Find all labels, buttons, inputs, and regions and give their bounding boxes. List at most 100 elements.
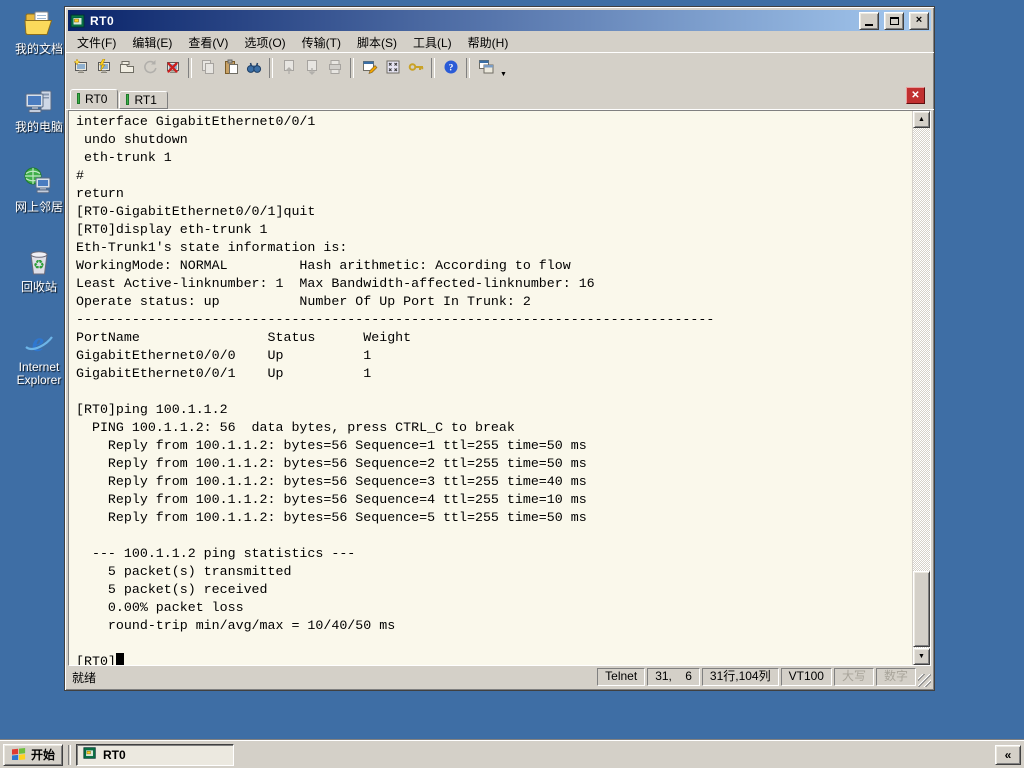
svg-text:e: e bbox=[32, 327, 44, 357]
session-tab-bar: RT0 RT1 ✕ bbox=[65, 83, 934, 110]
terminal-line: [RT0]ping 100.1.1.2 bbox=[76, 402, 228, 417]
close-button[interactable]: × bbox=[909, 11, 929, 30]
terminal-line: 0.00% packet loss bbox=[76, 600, 244, 615]
task-button-label: RT0 bbox=[103, 747, 126, 762]
desktop-icon-label: 网上邻居 bbox=[14, 200, 63, 214]
app-icon bbox=[83, 746, 97, 763]
toolbar-separator bbox=[466, 58, 470, 78]
terminal-line: Operate status: up Number Of Up Port In … bbox=[76, 294, 531, 309]
terminal-line: undo shutdown bbox=[76, 132, 188, 147]
send-file-icon[interactable] bbox=[277, 57, 300, 79]
disconnect-icon[interactable] bbox=[161, 57, 184, 79]
toolbar-separator bbox=[350, 58, 354, 78]
terminal-line: interface GigabitEthernet0/0/1 bbox=[76, 114, 316, 129]
menu-view[interactable]: 查看(V) bbox=[180, 32, 236, 53]
desktop-icon-label: 回收站 bbox=[20, 280, 57, 294]
terminal-line: Least Active-linknumber: 1 Max Bandwidth… bbox=[76, 276, 595, 291]
vertical-scrollbar[interactable]: ▲ ▼ bbox=[912, 111, 930, 665]
toolbar-separator bbox=[188, 58, 192, 78]
copy-icon[interactable] bbox=[196, 57, 219, 79]
tab-rt0[interactable]: RT0 bbox=[70, 89, 119, 109]
tray-collapse-button[interactable]: « bbox=[995, 744, 1021, 765]
tab-connect-icon[interactable] bbox=[115, 57, 138, 79]
key-icon[interactable] bbox=[404, 57, 427, 79]
help-icon[interactable]: ? bbox=[439, 57, 462, 79]
menu-file[interactable]: 文件(F) bbox=[69, 32, 124, 53]
status-protocol: Telnet bbox=[597, 668, 646, 686]
terminal-line: round-trip min/avg/max = 10/40/50 ms bbox=[76, 618, 396, 633]
toolbar-separator bbox=[431, 58, 435, 78]
terminal-line: PortName Status Weight bbox=[76, 330, 412, 345]
desktop-icon-label: 我的电脑 bbox=[14, 120, 63, 134]
terminal-line: eth-trunk 1 bbox=[76, 150, 172, 165]
system-tray: « bbox=[995, 744, 1021, 765]
maximize-button[interactable] bbox=[884, 11, 904, 30]
terminal-line: GigabitEthernet0/0/0 Up 1 bbox=[76, 348, 372, 363]
menu-tools[interactable]: 工具(L) bbox=[405, 32, 460, 53]
cascade-icon[interactable] bbox=[474, 57, 497, 79]
scroll-up-button[interactable]: ▲ bbox=[913, 111, 930, 128]
resize-grip[interactable] bbox=[918, 674, 931, 687]
terminal-client-area: interface GigabitEthernet0/0/1 undo shut… bbox=[68, 110, 931, 666]
print-icon[interactable] bbox=[323, 57, 346, 79]
taskbar-task-rt0[interactable]: RT0 bbox=[76, 743, 235, 766]
toolbar-separator bbox=[269, 58, 273, 78]
window-titlebar[interactable]: RT0 × bbox=[68, 10, 931, 31]
svg-text:?: ? bbox=[448, 63, 453, 73]
scrollbar-thumb[interactable] bbox=[913, 571, 930, 647]
maximize-icon bbox=[889, 16, 899, 25]
menu-options[interactable]: 选项(O) bbox=[236, 32, 293, 53]
menu-bar: 文件(F) 编辑(E) 查看(V) 选项(O) 传输(T) 脚本(S) 工具(L) 帮助(H) bbox=[65, 31, 934, 52]
terminal-line: Reply from 100.1.1.2: bytes=56 Sequence=… bbox=[76, 492, 587, 507]
paste-icon[interactable] bbox=[219, 57, 242, 79]
status-num-lock: 数字 bbox=[875, 668, 916, 686]
scroll-down-button[interactable]: ▼ bbox=[913, 648, 930, 665]
status-bar: 就绪 Telnet 31, 6 31行,104列 VT100 大写 数字 bbox=[68, 667, 931, 687]
status-caps-lock: 大写 bbox=[833, 668, 874, 686]
menu-script[interactable]: 脚本(S) bbox=[349, 32, 405, 53]
menu-edit[interactable]: 编辑(E) bbox=[124, 32, 180, 53]
terminal-line: 5 packet(s) received bbox=[76, 582, 268, 597]
status-cursor-position: 31, 6 bbox=[647, 668, 700, 686]
terminal-line: GigabitEthernet0/0/1 Up 1 bbox=[76, 366, 372, 381]
find-icon[interactable] bbox=[242, 57, 265, 79]
reconnect-icon[interactable] bbox=[138, 57, 161, 79]
start-button[interactable]: 开始 bbox=[3, 743, 64, 766]
toolbar: ? ▼ bbox=[65, 52, 934, 83]
internet-explorer-icon: e bbox=[23, 326, 55, 358]
svg-text:♻: ♻ bbox=[33, 258, 45, 273]
terminal-line: [RT0-GigabitEthernet0/0/1]quit bbox=[76, 204, 316, 219]
tab-label: RT1 bbox=[134, 92, 157, 107]
terminal-cursor bbox=[115, 653, 124, 665]
terminal-line: ----------------------------------------… bbox=[76, 312, 715, 327]
terminal-line: return bbox=[76, 186, 124, 201]
receive-file-icon[interactable] bbox=[300, 57, 323, 79]
network-places-icon bbox=[23, 166, 55, 198]
toolbar-overflow-button[interactable]: ▼ bbox=[499, 56, 508, 80]
tab-rt1[interactable]: RT1 bbox=[119, 91, 168, 109]
menu-transfer[interactable]: 传输(T) bbox=[294, 32, 349, 53]
terminal-output[interactable]: interface GigabitEthernet0/0/1 undo shut… bbox=[69, 111, 912, 665]
terminal-line: # bbox=[76, 168, 84, 183]
tab-close-button[interactable]: ✕ bbox=[906, 87, 925, 104]
session-options-icon[interactable] bbox=[358, 57, 381, 79]
app-icon bbox=[70, 13, 86, 29]
start-button-label: 开始 bbox=[31, 748, 56, 762]
menu-help[interactable]: 帮助(H) bbox=[460, 32, 517, 53]
recycle-bin-icon: ♻ bbox=[23, 246, 55, 278]
minimize-button[interactable] bbox=[859, 11, 879, 30]
terminal-app-window: RT0 × 文件(F) 编辑(E) 查看(V) 选项(O) 传输(T) 脚本(S) 工具(L… bbox=[64, 6, 935, 691]
my-documents-icon bbox=[23, 8, 55, 40]
minimize-icon bbox=[865, 23, 873, 26]
tab-label: RT0 bbox=[85, 91, 108, 106]
status-terminal-size: 31行,104列 bbox=[701, 668, 779, 686]
close-icon: × bbox=[915, 14, 923, 26]
keymap-icon[interactable] bbox=[381, 57, 404, 79]
status-emulation: VT100 bbox=[780, 668, 832, 686]
quick-connect-icon[interactable] bbox=[92, 57, 115, 79]
my-computer-icon bbox=[23, 86, 55, 118]
new-session-icon[interactable] bbox=[69, 57, 92, 79]
